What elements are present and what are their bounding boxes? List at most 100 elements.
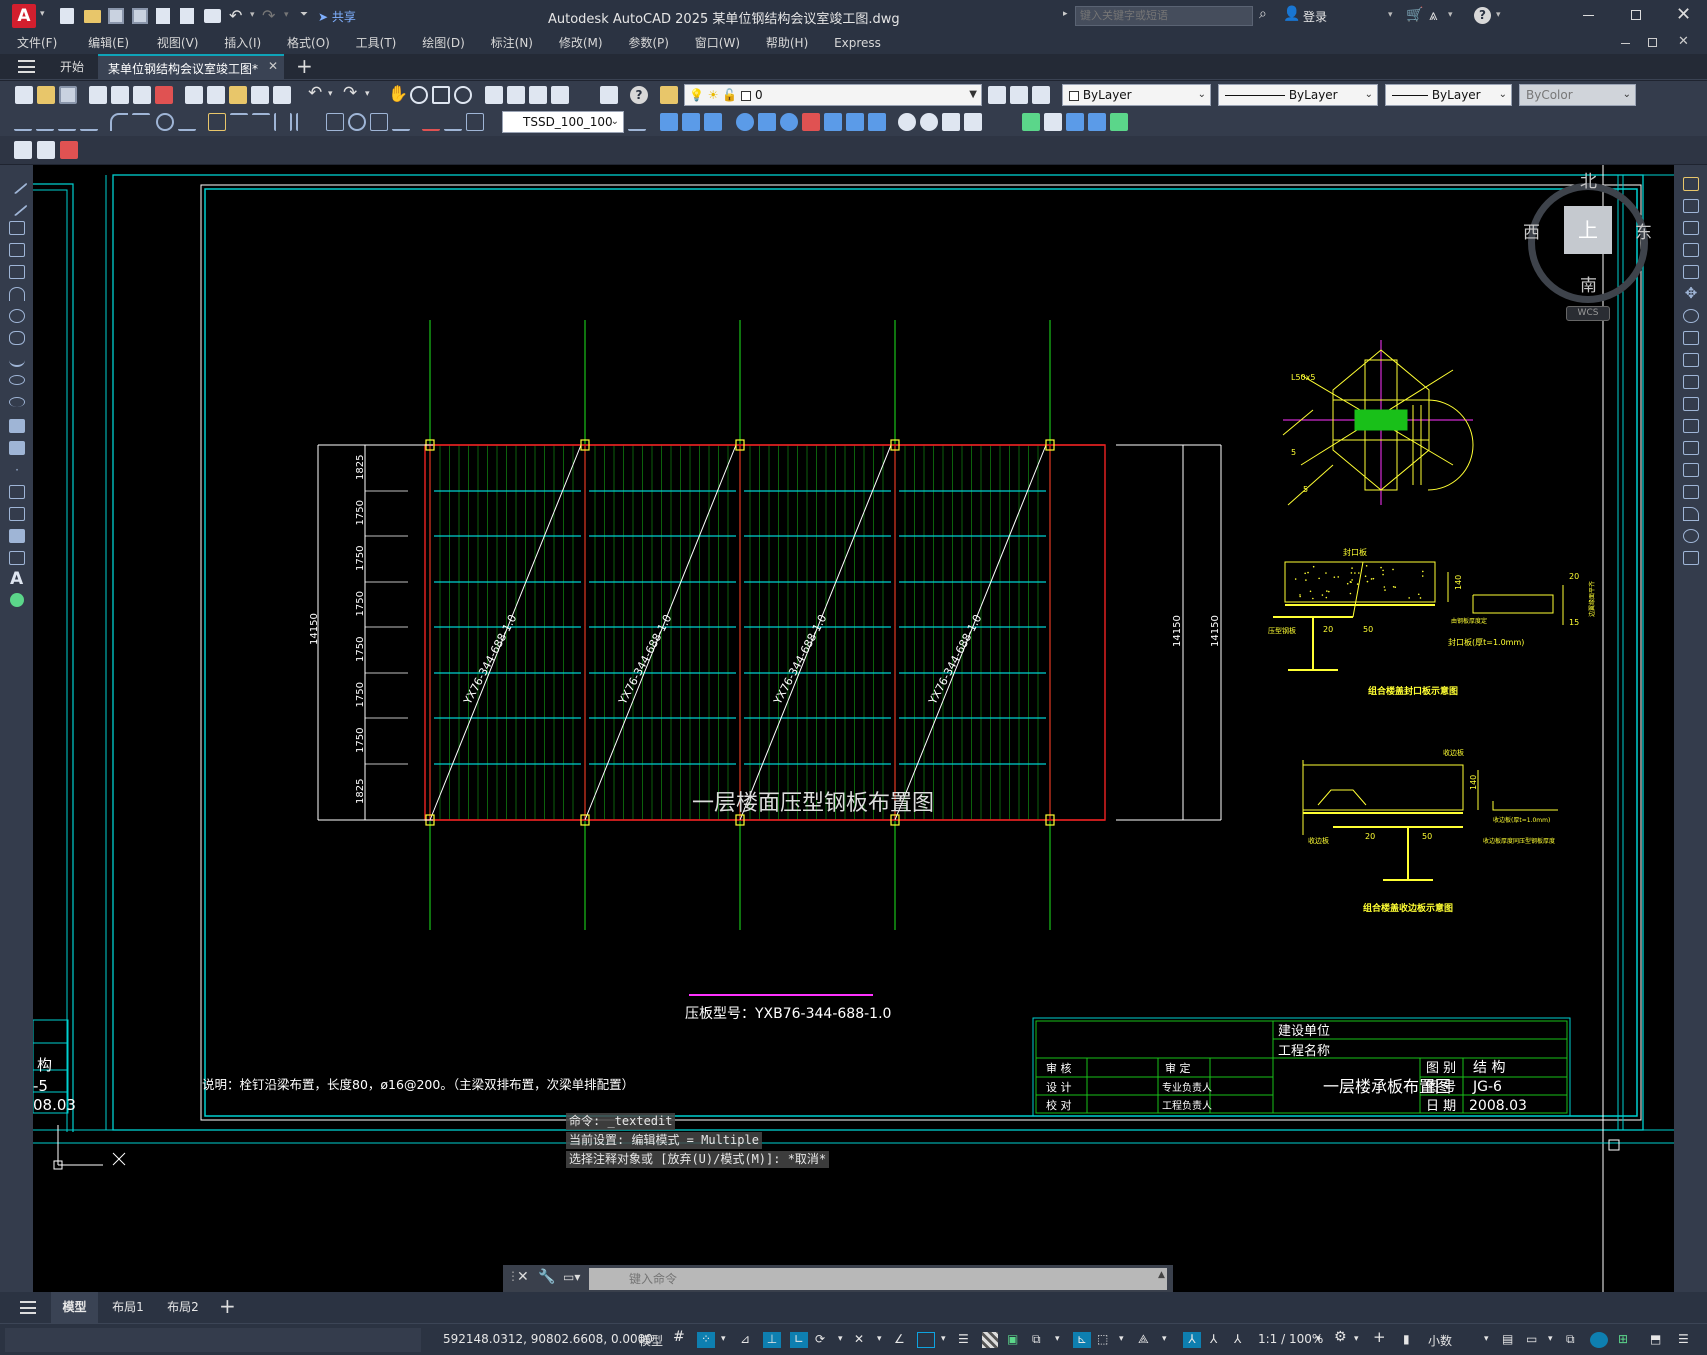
sweep-icon[interactable] — [898, 113, 916, 131]
color-dropdown[interactable]: ByLayer ⌄ — [1062, 84, 1211, 106]
explode-icon[interactable] — [1683, 551, 1699, 565]
dim-jogged-icon[interactable] — [132, 113, 150, 131]
region-icon[interactable] — [9, 529, 25, 543]
sheet-set-icon[interactable] — [551, 86, 569, 104]
menu-insert[interactable]: 插入(I) — [224, 32, 261, 54]
plot-icon[interactable] — [204, 9, 221, 23]
save-icon[interactable] — [108, 8, 124, 24]
table-icon[interactable] — [9, 551, 25, 565]
app-menu-arrow-icon[interactable]: ▾ — [40, 9, 45, 19]
doc-close-icon[interactable]: ✕ — [1678, 34, 1689, 49]
copy-icon[interactable] — [207, 86, 225, 104]
copy-object-icon[interactable] — [1683, 199, 1699, 213]
qnew-icon[interactable] — [15, 86, 33, 104]
zoom-realtime-icon[interactable] — [410, 86, 428, 104]
customization-icon[interactable]: ☰ — [1678, 1332, 1689, 1348]
workspace-gear-icon[interactable]: ⚙ — [1334, 1329, 1347, 1345]
print-icon[interactable] — [89, 86, 107, 104]
gizmo-dropdown-icon[interactable]: ▾ — [1162, 1334, 1167, 1350]
menu-help[interactable]: 帮助(H) — [766, 32, 808, 54]
wcs-menu[interactable]: WCS — [1566, 306, 1610, 321]
tssd-table-icon[interactable] — [37, 141, 55, 159]
command-recent-icon[interactable]: ▭▾ — [563, 1270, 580, 1284]
selection-filter-icon[interactable]: ⬚ — [1097, 1332, 1108, 1348]
trim-icon[interactable] — [1683, 375, 1699, 389]
object-snap-icon[interactable] — [917, 1332, 935, 1348]
3d-osnap-dropdown-icon[interactable]: ▾ — [1055, 1334, 1060, 1350]
tssd-text-icon[interactable] — [14, 141, 32, 159]
properties-icon[interactable] — [485, 86, 503, 104]
redo-tb-dropdown-icon[interactable]: ▾ — [365, 89, 370, 99]
layer-dropdown[interactable]: 💡 ☀ 🔓 0 ▼ — [684, 84, 982, 106]
help-search-input[interactable] — [1075, 6, 1253, 26]
mtext-icon[interactable]: A — [10, 569, 23, 589]
union-icon[interactable] — [1022, 113, 1040, 131]
hatch-icon[interactable] — [9, 485, 25, 499]
tab-model[interactable]: 模型 — [51, 1292, 98, 1323]
command-input[interactable] — [589, 1268, 1167, 1290]
array-icon[interactable] — [1683, 265, 1699, 279]
tssd-layer-icon[interactable] — [60, 141, 78, 159]
units-icon[interactable]: ▮ — [1403, 1332, 1410, 1348]
snap-dropdown-icon[interactable]: ▾ — [721, 1334, 726, 1350]
layer-state-icon[interactable] — [1032, 86, 1050, 104]
dim-space-icon[interactable] — [274, 113, 292, 131]
gizmo-icon[interactable]: ⟁ — [1138, 1332, 1149, 1348]
quick-properties-icon[interactable]: ▤ — [1502, 1332, 1513, 1348]
user-icon[interactable]: 👤 — [1283, 6, 1300, 22]
login-dropdown-icon[interactable]: ▾ — [1388, 10, 1393, 20]
revolve-icon[interactable] — [920, 113, 938, 131]
cut-icon[interactable] — [185, 86, 203, 104]
join-icon[interactable] — [1683, 463, 1699, 477]
zoom-previous-icon[interactable] — [454, 86, 472, 104]
menu-draw[interactable]: 绘图(D) — [422, 32, 465, 54]
add-selected-icon[interactable] — [10, 593, 24, 607]
command-expand-icon[interactable]: ▲ — [1158, 1270, 1165, 1280]
make-block-icon[interactable] — [9, 441, 25, 455]
undo-dropdown-icon[interactable]: ▾ — [250, 10, 255, 20]
3d-osnap-icon[interactable]: ⧉ — [1032, 1332, 1041, 1348]
mirror-icon[interactable] — [1683, 221, 1699, 235]
center-mark-icon[interactable] — [348, 113, 366, 131]
block-editor-icon[interactable] — [273, 86, 291, 104]
design-center-icon[interactable] — [507, 86, 525, 104]
drawing-canvas[interactable]: 构 -5 08.03 YX76-344-688-1.0 YX76-344-688-… — [33, 165, 1674, 1292]
infer-constraints-icon[interactable]: ⊿ — [740, 1332, 750, 1348]
arc-icon[interactable] — [9, 287, 25, 301]
dim-text-edit-icon[interactable] — [444, 113, 462, 131]
stretch-icon[interactable] — [1683, 353, 1699, 367]
model-space-viewport[interactable]: 构 -5 08.03 YX76-344-688-1.0 YX76-344-688-… — [33, 165, 1674, 1292]
lineweight-toggle-icon[interactable]: ☰ — [958, 1332, 969, 1348]
fillet-icon[interactable] — [1683, 507, 1699, 521]
isodraft-dropdown-icon[interactable]: ▾ — [877, 1334, 882, 1350]
menu-edit[interactable]: 编辑(E) — [88, 32, 129, 54]
dim-break-icon[interactable] — [296, 113, 314, 131]
pan-icon[interactable]: ✋ — [388, 84, 408, 103]
gradient-icon[interactable] — [9, 507, 25, 521]
units-value[interactable]: 小数 — [1428, 1332, 1452, 1348]
paste-icon[interactable] — [229, 86, 247, 104]
polar-dropdown-icon[interactable]: ▾ — [838, 1334, 843, 1350]
customize-qat-icon[interactable]: ⏷ — [300, 9, 308, 20]
new-tab-icon[interactable]: + — [296, 54, 313, 78]
presspull-icon[interactable] — [868, 113, 886, 131]
redo-dropdown-icon[interactable]: ▾ — [284, 10, 289, 20]
auto-scale-icon[interactable]: ⅄ — [1210, 1332, 1217, 1348]
dim-baseline-icon[interactable] — [230, 113, 248, 131]
units-dropdown-icon[interactable]: ▾ — [1484, 1334, 1489, 1350]
doc-restore-icon[interactable] — [1648, 38, 1657, 47]
ellipse-icon[interactable] — [9, 375, 25, 385]
dynamic-ucs-icon[interactable]: ⊾ — [1073, 1332, 1091, 1348]
dimstyle-manager-icon[interactable] — [628, 113, 646, 131]
help-dropdown-icon[interactable]: ▾ — [1496, 10, 1501, 20]
app-logo[interactable]: A — [12, 4, 36, 28]
tolerance-icon[interactable] — [326, 113, 344, 131]
snap-icon[interactable]: ⁘ — [697, 1332, 715, 1348]
layer-thaw-icon[interactable]: ☀ — [708, 88, 719, 102]
inspection-icon[interactable] — [370, 113, 388, 131]
pyramid-icon[interactable] — [802, 113, 820, 131]
layout-menu-icon[interactable] — [20, 1301, 36, 1314]
revcloud-icon[interactable] — [9, 331, 25, 345]
sphere-icon[interactable] — [736, 113, 754, 131]
object-snap-dropdown-icon[interactable]: ▾ — [941, 1334, 946, 1350]
